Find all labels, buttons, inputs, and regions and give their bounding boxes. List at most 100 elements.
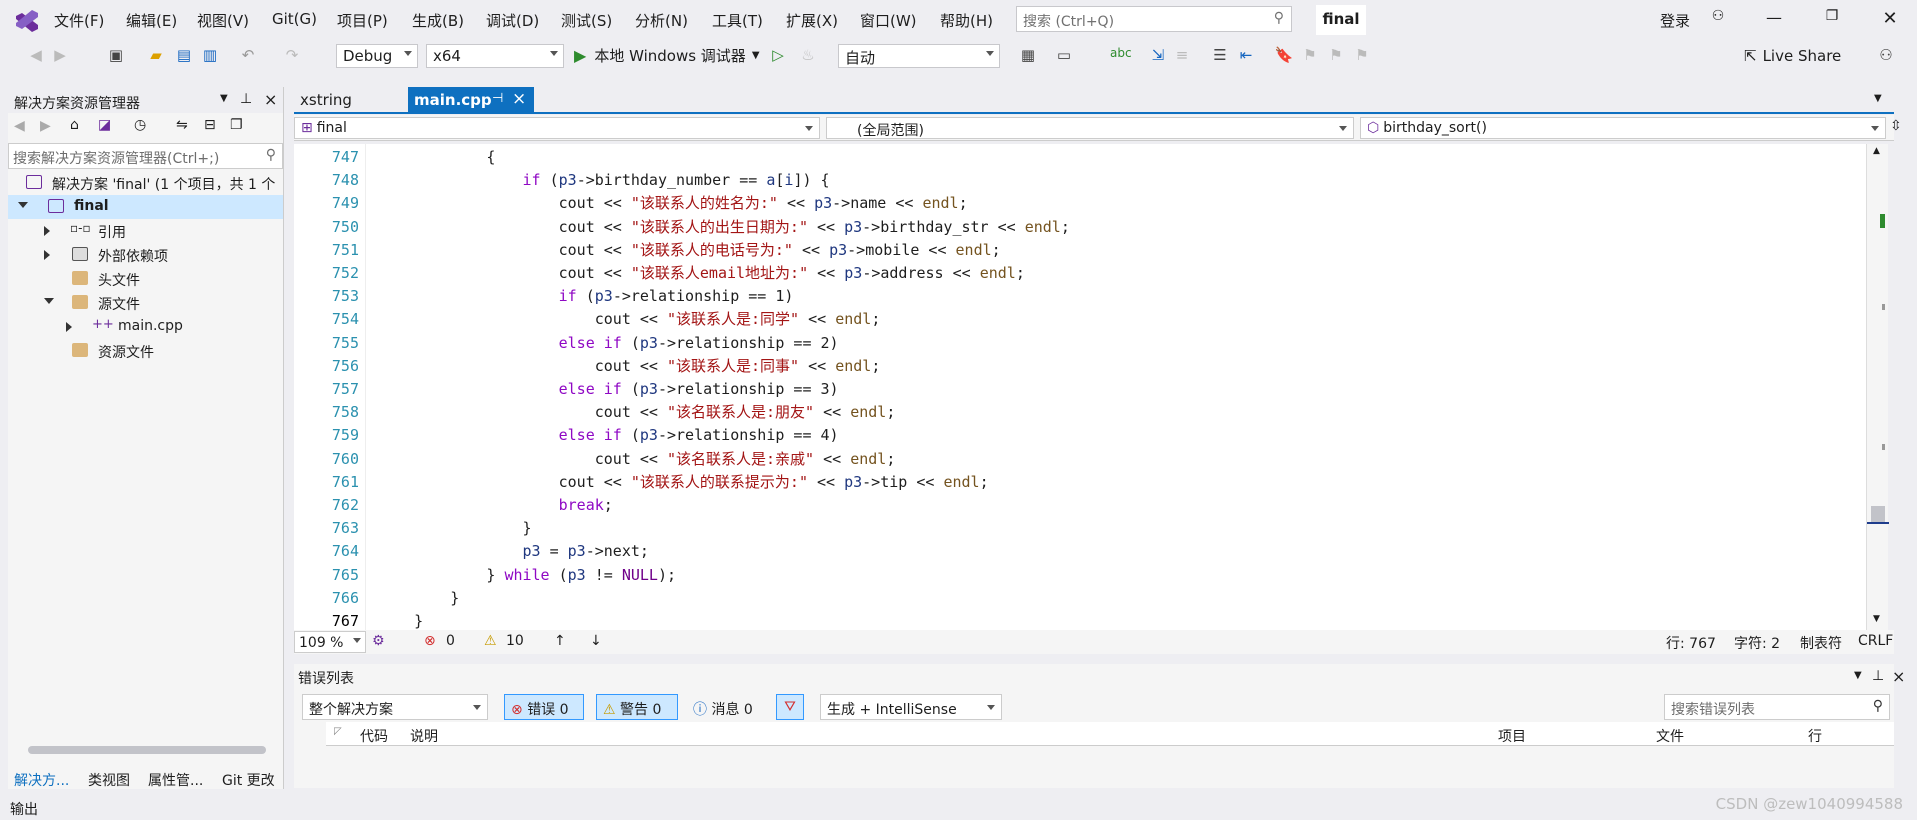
save-all-icon[interactable]: ▥ — [200, 46, 220, 66]
menu-project[interactable]: 项目(P) — [337, 10, 388, 31]
collapsed-arrow-icon[interactable] — [66, 322, 72, 332]
tab-xstring[interactable]: xstring — [294, 87, 406, 113]
tabs-indicator[interactable]: 制表符 — [1800, 633, 1842, 653]
close-tab-icon[interactable]: × — [512, 89, 526, 109]
redo-icon[interactable]: ↷ — [282, 46, 302, 66]
next-bookmark-icon[interactable]: ⚑ — [1326, 46, 1346, 66]
filter-icon[interactable]: ⛛ — [776, 694, 804, 720]
menu-test[interactable]: 测试(S) — [561, 10, 612, 31]
search-input[interactable]: 搜索 (Ctrl+Q) ⚲ — [1016, 6, 1292, 32]
prev-issue-icon[interactable]: ↑ — [554, 633, 566, 649]
minimize-icon[interactable]: — — [1762, 8, 1786, 32]
error-search-input[interactable]: 搜索错误列表 ⚲ — [1664, 694, 1890, 720]
tab-overflow-icon[interactable]: ▼ — [1874, 93, 1882, 104]
menu-debug[interactable]: 调试(D) — [486, 10, 539, 31]
switch-views-icon[interactable]: ◪ — [98, 117, 111, 133]
expanded-arrow-icon[interactable] — [44, 298, 54, 304]
code-editor[interactable]: 747 748 749 750 751 752 753 754 755 756 757 758 759 7… — [294, 144, 1889, 630]
messages-filter-button[interactable]: ⓘ 消息 0 — [686, 694, 766, 720]
tab-main-cpp[interactable]: main.cpp ⊣ × — [408, 87, 534, 113]
build-filter-select[interactable]: 生成 + IntelliSense — [820, 694, 1002, 720]
output-tab[interactable]: 输出 — [10, 799, 38, 819]
member-nav-select[interactable]: ⬡ birthday_sort() — [1360, 117, 1886, 139]
new-project-icon[interactable]: ▣ — [106, 46, 126, 66]
scroll-thumb[interactable] — [1871, 506, 1885, 522]
menu-analyze[interactable]: 分析(N) — [635, 10, 688, 31]
collapsed-arrow-icon[interactable] — [44, 250, 50, 260]
prev-bookmark-icon[interactable]: ⚑ — [1300, 46, 1320, 66]
next-issue-icon[interactable]: ↓ — [590, 633, 602, 649]
clear-bookmark-icon[interactable]: ⚑ — [1352, 46, 1372, 66]
error-scope-select[interactable]: 整个解决方案 — [302, 694, 488, 720]
warnings-filter-button[interactable]: ⚠ 警告 0 — [596, 694, 678, 720]
start-debugger-button[interactable]: ▶ 本地 Windows 调试器 ▼ — [574, 45, 760, 66]
close-panel-icon[interactable]: × — [1892, 667, 1905, 686]
warning-icon[interactable]: ⚠ — [484, 633, 497, 649]
split-editor-icon[interactable]: ⇳ — [1890, 118, 1902, 134]
bookmark-icon[interactable]: 🔖 — [1274, 46, 1294, 66]
column-project[interactable]: 项目 — [1498, 726, 1526, 746]
outdent-icon[interactable]: ⇤ — [1236, 46, 1256, 66]
menu-view[interactable]: 视图(V) — [197, 10, 249, 31]
account-icon[interactable]: ⚇ — [1706, 8, 1730, 32]
collapse-icon[interactable]: ⊟ — [204, 117, 216, 133]
tab-property-manager[interactable]: 属性管... — [148, 770, 203, 790]
expanded-arrow-icon[interactable] — [18, 202, 28, 208]
column-file[interactable]: 文件 — [1656, 726, 1684, 746]
start-without-debug-icon[interactable]: ▷ — [768, 46, 788, 66]
intellicode-icon[interactable]: ⚙ — [372, 633, 385, 649]
cursor-icon[interactable]: ⇲ — [1148, 46, 1168, 66]
solution-search-input[interactable]: 搜索解决方案资源管理器(Ctrl+;) ⚲ — [8, 143, 283, 169]
close-panel-icon[interactable]: × — [264, 90, 277, 109]
collapsed-arrow-icon[interactable] — [44, 226, 50, 236]
login-link[interactable]: 登录 — [1660, 10, 1690, 31]
error-icon[interactable]: ⊗ — [424, 633, 436, 649]
menu-build[interactable]: 生成(B) — [412, 10, 464, 31]
window-layout-icon[interactable]: ▭ — [1054, 46, 1074, 66]
scope-nav-select[interactable]: (全局范围) — [826, 117, 1354, 139]
column-line[interactable]: 行 — [1808, 726, 1822, 746]
sync-icon[interactable]: ⇋ — [176, 117, 188, 133]
indent-icon[interactable]: ☰ — [1210, 46, 1230, 66]
tree-item-references[interactable]: ▫-▫ 引用 — [8, 219, 283, 243]
menu-edit[interactable]: 编辑(E) — [126, 10, 177, 31]
zoom-select[interactable]: 109 % — [294, 631, 366, 653]
tree-item-resource-files[interactable]: 资源文件 — [8, 339, 283, 363]
pending-changes-icon[interactable]: ◷ — [134, 117, 146, 133]
tree-item-main-cpp[interactable]: ++ main.cpp — [8, 315, 283, 339]
menu-tools[interactable]: 工具(T) — [712, 10, 763, 31]
hot-reload-icon[interactable]: ♨ — [798, 46, 818, 66]
feedback-icon[interactable]: ⚇ — [1876, 46, 1896, 66]
format-icon[interactable]: ≡ — [1172, 46, 1192, 66]
menu-file[interactable]: 文件(F) — [54, 10, 104, 31]
horizontal-scrollbar[interactable] — [28, 746, 266, 754]
tab-class-view[interactable]: 类视图 — [88, 770, 130, 790]
sort-icon[interactable]: ◸ — [334, 726, 342, 737]
home-icon[interactable]: ⌂ — [70, 117, 79, 133]
eol-indicator[interactable]: CRLF — [1858, 633, 1893, 649]
show-all-files-icon[interactable]: ❐ — [230, 117, 243, 133]
tab-solution-explorer[interactable]: 解决方... — [14, 770, 69, 790]
menu-help[interactable]: 帮助(H) — [940, 10, 993, 31]
back-icon[interactable]: ◀ — [26, 46, 46, 66]
menu-extensions[interactable]: 扩展(X) — [786, 10, 838, 31]
spell-check-icon[interactable]: abc — [1110, 46, 1132, 66]
warning-count[interactable]: 10 — [506, 633, 524, 649]
errors-filter-button[interactable]: ⊗ 错误 0 — [504, 694, 584, 720]
back-icon[interactable]: ◀ — [14, 118, 25, 134]
save-icon[interactable]: ▤ — [174, 46, 194, 66]
column-code[interactable]: 代码 — [360, 726, 388, 746]
pin-icon[interactable]: ⊥ — [240, 91, 252, 107]
open-folder-icon[interactable]: ▰ — [146, 46, 166, 66]
menu-git[interactable]: Git(G) — [272, 10, 317, 28]
tree-item-external-deps[interactable]: 外部依赖项 — [8, 243, 283, 267]
tree-item-solution[interactable]: 解决方案 'final' (1 个项目，共 1 个 — [8, 171, 283, 195]
panel-menu-icon[interactable]: ▼ — [220, 93, 228, 104]
error-count[interactable]: 0 — [446, 633, 455, 649]
forward-icon[interactable]: ▶ — [50, 46, 70, 66]
tree-item-project[interactable]: final — [8, 195, 283, 219]
vertical-scrollbar[interactable]: ▲ ▼ — [1866, 144, 1889, 630]
tab-git-changes[interactable]: Git 更改 — [222, 770, 275, 790]
auto-select[interactable]: 自动 — [838, 44, 1000, 68]
platform-select[interactable]: x64 — [426, 44, 564, 68]
